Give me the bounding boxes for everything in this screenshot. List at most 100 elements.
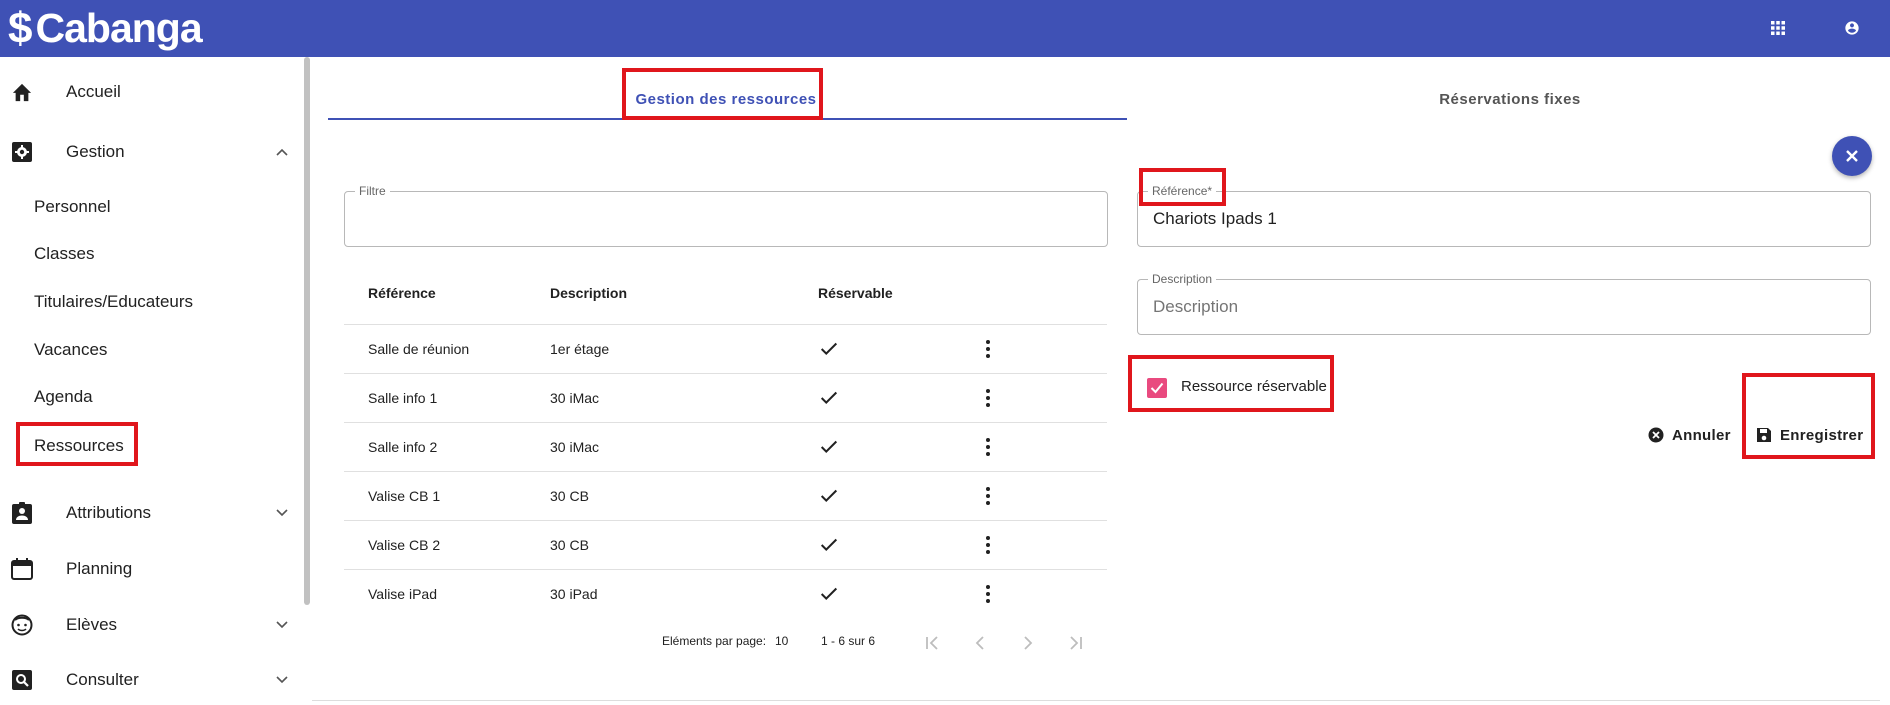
save-button[interactable]: Enregistrer: [1756, 424, 1863, 446]
sidebar-item-label: Elèves: [66, 615, 118, 634]
sidebar-subitem-agenda[interactable]: Agenda: [34, 383, 93, 411]
table-row[interactable]: Valise CB 2 30 CB: [344, 521, 1107, 570]
sidebar-subitem-label: Agenda: [34, 387, 93, 406]
logo-dollar-symbol: $: [8, 3, 33, 53]
assignment-ind-icon: [10, 501, 34, 525]
tab-label: Gestion des ressources: [635, 90, 817, 108]
description-field[interactable]: Description Description: [1137, 272, 1871, 335]
cell-reference: Salle info 2: [368, 439, 438, 455]
cell-reference: Valise iPad: [368, 586, 438, 602]
column-header-description[interactable]: Description: [550, 285, 627, 301]
sidebar-item-planning[interactable]: Planning: [0, 547, 300, 591]
sidebar-item-consulter[interactable]: Consulter: [0, 658, 300, 702]
reservable-checkbox-label[interactable]: Ressource réservable: [1181, 378, 1327, 395]
sidebar-subitem-label: Ressources: [34, 436, 124, 455]
more-vert-icon[interactable]: [984, 534, 992, 556]
tab-active-indicator: [328, 118, 1127, 120]
main-card-bottom-border: [312, 700, 1880, 701]
checkmark-icon: [1150, 382, 1164, 394]
reference-label: Référence*: [1148, 184, 1217, 198]
sidebar-item-label: Gestion: [66, 142, 125, 161]
sidebar-item-label: Planning: [66, 559, 133, 578]
cell-description: 1er étage: [550, 341, 610, 357]
reference-input[interactable]: Chariots Ipads 1: [1153, 209, 1277, 229]
chevron-up-icon: [272, 142, 292, 162]
check-icon: [820, 440, 838, 454]
column-header-reference[interactable]: Référence: [368, 285, 436, 301]
more-vert-icon[interactable]: [984, 338, 992, 360]
sidebar-item-label: Accueil: [66, 82, 121, 101]
first-page-icon[interactable]: [922, 632, 944, 654]
logo-text: Cabanga: [35, 5, 202, 51]
cell-reference: Salle de réunion: [368, 341, 470, 357]
cell-reference: Salle info 1: [368, 390, 438, 406]
table-row[interactable]: Valise CB 1 30 CB: [344, 472, 1107, 521]
cell-description: 30 iMac: [550, 390, 600, 406]
app-logo[interactable]: $ Cabanga: [8, 3, 203, 54]
table-row[interactable]: Salle info 1 30 iMac: [344, 374, 1107, 423]
sidebar-item-gestion[interactable]: Gestion: [0, 130, 300, 174]
sidebar: Accueil Gestion Personnel Classes Titula…: [0, 57, 310, 705]
tab-label: Réservations fixes: [1439, 90, 1581, 108]
check-icon: [820, 391, 838, 405]
account-circle-icon[interactable]: [1838, 14, 1866, 42]
cell-description: 30 iPad: [550, 586, 598, 602]
chevron-down-icon: [272, 670, 292, 690]
tab-gestion-ressources[interactable]: Gestion des ressources: [628, 78, 824, 120]
sidebar-subitem-classes[interactable]: Classes: [34, 240, 94, 268]
sidebar-subitem-personnel[interactable]: Personnel: [34, 193, 111, 221]
calendar-icon: [10, 557, 34, 581]
sidebar-subitem-titulaires[interactable]: Titulaires/Educateurs: [34, 288, 193, 316]
sidebar-item-eleves[interactable]: Elèves: [0, 603, 300, 647]
cell-reference: Valise CB 1: [368, 488, 441, 504]
chevron-down-icon: [272, 503, 292, 523]
save-button-label: Enregistrer: [1780, 426, 1864, 444]
sidebar-subitem-ressources[interactable]: Ressources: [34, 432, 124, 460]
child-face-icon: [10, 613, 34, 637]
top-app-bar: $ Cabanga: [0, 0, 1890, 57]
description-label: Description: [1148, 272, 1217, 286]
reference-field[interactable]: Référence* Chariots Ipads 1: [1137, 184, 1871, 247]
description-input[interactable]: Description: [1153, 297, 1238, 317]
table-row[interactable]: Valise iPad 30 iPad: [344, 570, 1107, 619]
cell-description: 30 CB: [550, 537, 589, 553]
cell-description: 30 CB: [550, 488, 589, 504]
sidebar-subitem-label: Titulaires/Educateurs: [34, 292, 194, 311]
settings-box-icon: [10, 140, 34, 164]
sidebar-item-accueil[interactable]: Accueil: [0, 70, 300, 114]
sidebar-scrollbar[interactable]: [304, 57, 310, 605]
cell-description: 30 iMac: [550, 439, 600, 455]
sidebar-item-label: Consulter: [66, 670, 139, 689]
reservable-checkbox[interactable]: [1147, 378, 1167, 398]
column-header-reservable[interactable]: Réservable: [818, 285, 893, 301]
filter-field[interactable]: Filtre: [344, 184, 1108, 247]
apps-grid-icon[interactable]: [1764, 14, 1792, 42]
close-icon: [1846, 150, 1858, 162]
items-per-page-select[interactable]: 10: [775, 634, 788, 648]
check-icon: [820, 538, 838, 552]
items-per-page-label: Eléments par page:: [662, 634, 767, 648]
sidebar-item-attributions[interactable]: Attributions: [0, 491, 300, 535]
pagination-range: 1 - 6 sur 6: [821, 634, 876, 648]
cancel-button[interactable]: Annuler: [1648, 424, 1731, 446]
cancel-icon: [1648, 427, 1664, 443]
last-page-icon[interactable]: [1064, 632, 1086, 654]
table-row[interactable]: Salle de réunion 1er étage: [344, 325, 1107, 374]
previous-page-icon[interactable]: [969, 632, 991, 654]
cancel-button-label: Annuler: [1672, 426, 1731, 444]
check-icon: [820, 587, 838, 601]
tab-reservations-fixes[interactable]: Réservations fixes: [1310, 78, 1710, 120]
more-vert-icon[interactable]: [984, 485, 992, 507]
chevron-down-icon: [272, 615, 292, 635]
sidebar-item-label: Attributions: [66, 503, 152, 522]
close-form-button[interactable]: [1832, 136, 1872, 176]
save-icon: [1757, 428, 1771, 442]
next-page-icon[interactable]: [1017, 632, 1039, 654]
more-vert-icon[interactable]: [984, 583, 992, 605]
sidebar-subitem-label: Vacances: [34, 340, 108, 359]
more-vert-icon[interactable]: [984, 387, 992, 409]
more-vert-icon[interactable]: [984, 436, 992, 458]
sidebar-subitem-vacances[interactable]: Vacances: [34, 336, 107, 364]
table-row[interactable]: Salle info 2 30 iMac: [344, 423, 1107, 472]
filter-label: Filtre: [355, 184, 390, 198]
